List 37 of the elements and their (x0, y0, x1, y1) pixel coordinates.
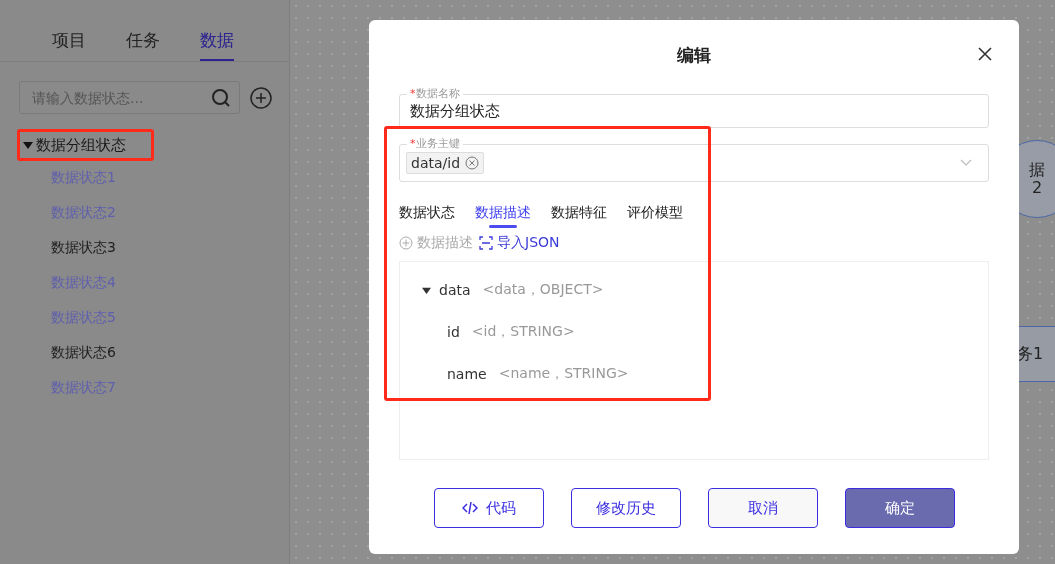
triangle-icon (23, 140, 33, 150)
confirm-button[interactable]: 确定 (844, 488, 955, 528)
dialog-tab[interactable]: 评价模型 (627, 204, 683, 228)
dialog-tab[interactable]: 数据状态 (399, 204, 455, 228)
import-json-button[interactable]: 导入JSON (479, 234, 560, 252)
triangle-icon (422, 285, 431, 295)
cancel-button[interactable]: 取消 (707, 488, 818, 528)
close-icon[interactable] (978, 47, 992, 61)
code-button[interactable]: 代码 (433, 488, 544, 528)
code-icon (461, 501, 478, 515)
sidebar-tab[interactable]: 项目 (52, 0, 86, 61)
dialog-title: 编辑 (677, 44, 711, 67)
history-button[interactable]: 修改历史 (570, 488, 681, 528)
dialog-tab[interactable]: 数据特征 (551, 204, 607, 228)
schema-node[interactable]: id <id，STRING> (400, 318, 988, 346)
tag-text: data/id (411, 155, 461, 171)
field-type: <id，STRING> (471, 323, 575, 341)
tree-item[interactable]: 数据状态3 (51, 230, 289, 265)
sidebar-tab[interactable]: 任务 (126, 0, 160, 61)
scan-icon (479, 236, 493, 250)
field-label: *业务主键 (407, 137, 463, 151)
schema-node[interactable]: data <data，OBJECT> (400, 276, 988, 304)
add-icon (399, 236, 413, 250)
remove-icon[interactable] (465, 156, 480, 170)
field-name: data (439, 282, 471, 298)
add-icon[interactable] (250, 86, 272, 109)
field-type: <data，OBJECT> (482, 281, 604, 299)
field-label: *数据名称 (407, 87, 463, 101)
tree-item[interactable]: 数据状态6 (51, 335, 289, 370)
search-icon[interactable] (211, 87, 231, 108)
field-name: name (447, 366, 487, 382)
field-type: <name，STRING> (498, 365, 629, 383)
field-name: id (447, 324, 460, 340)
sidebar-tab[interactable]: 数据 (200, 0, 234, 61)
tree-group[interactable]: 数据分组状态 (19, 130, 130, 160)
schema-node[interactable]: name <name，STRING> (400, 360, 988, 388)
dialog-tab[interactable]: 数据描述 (475, 204, 531, 228)
